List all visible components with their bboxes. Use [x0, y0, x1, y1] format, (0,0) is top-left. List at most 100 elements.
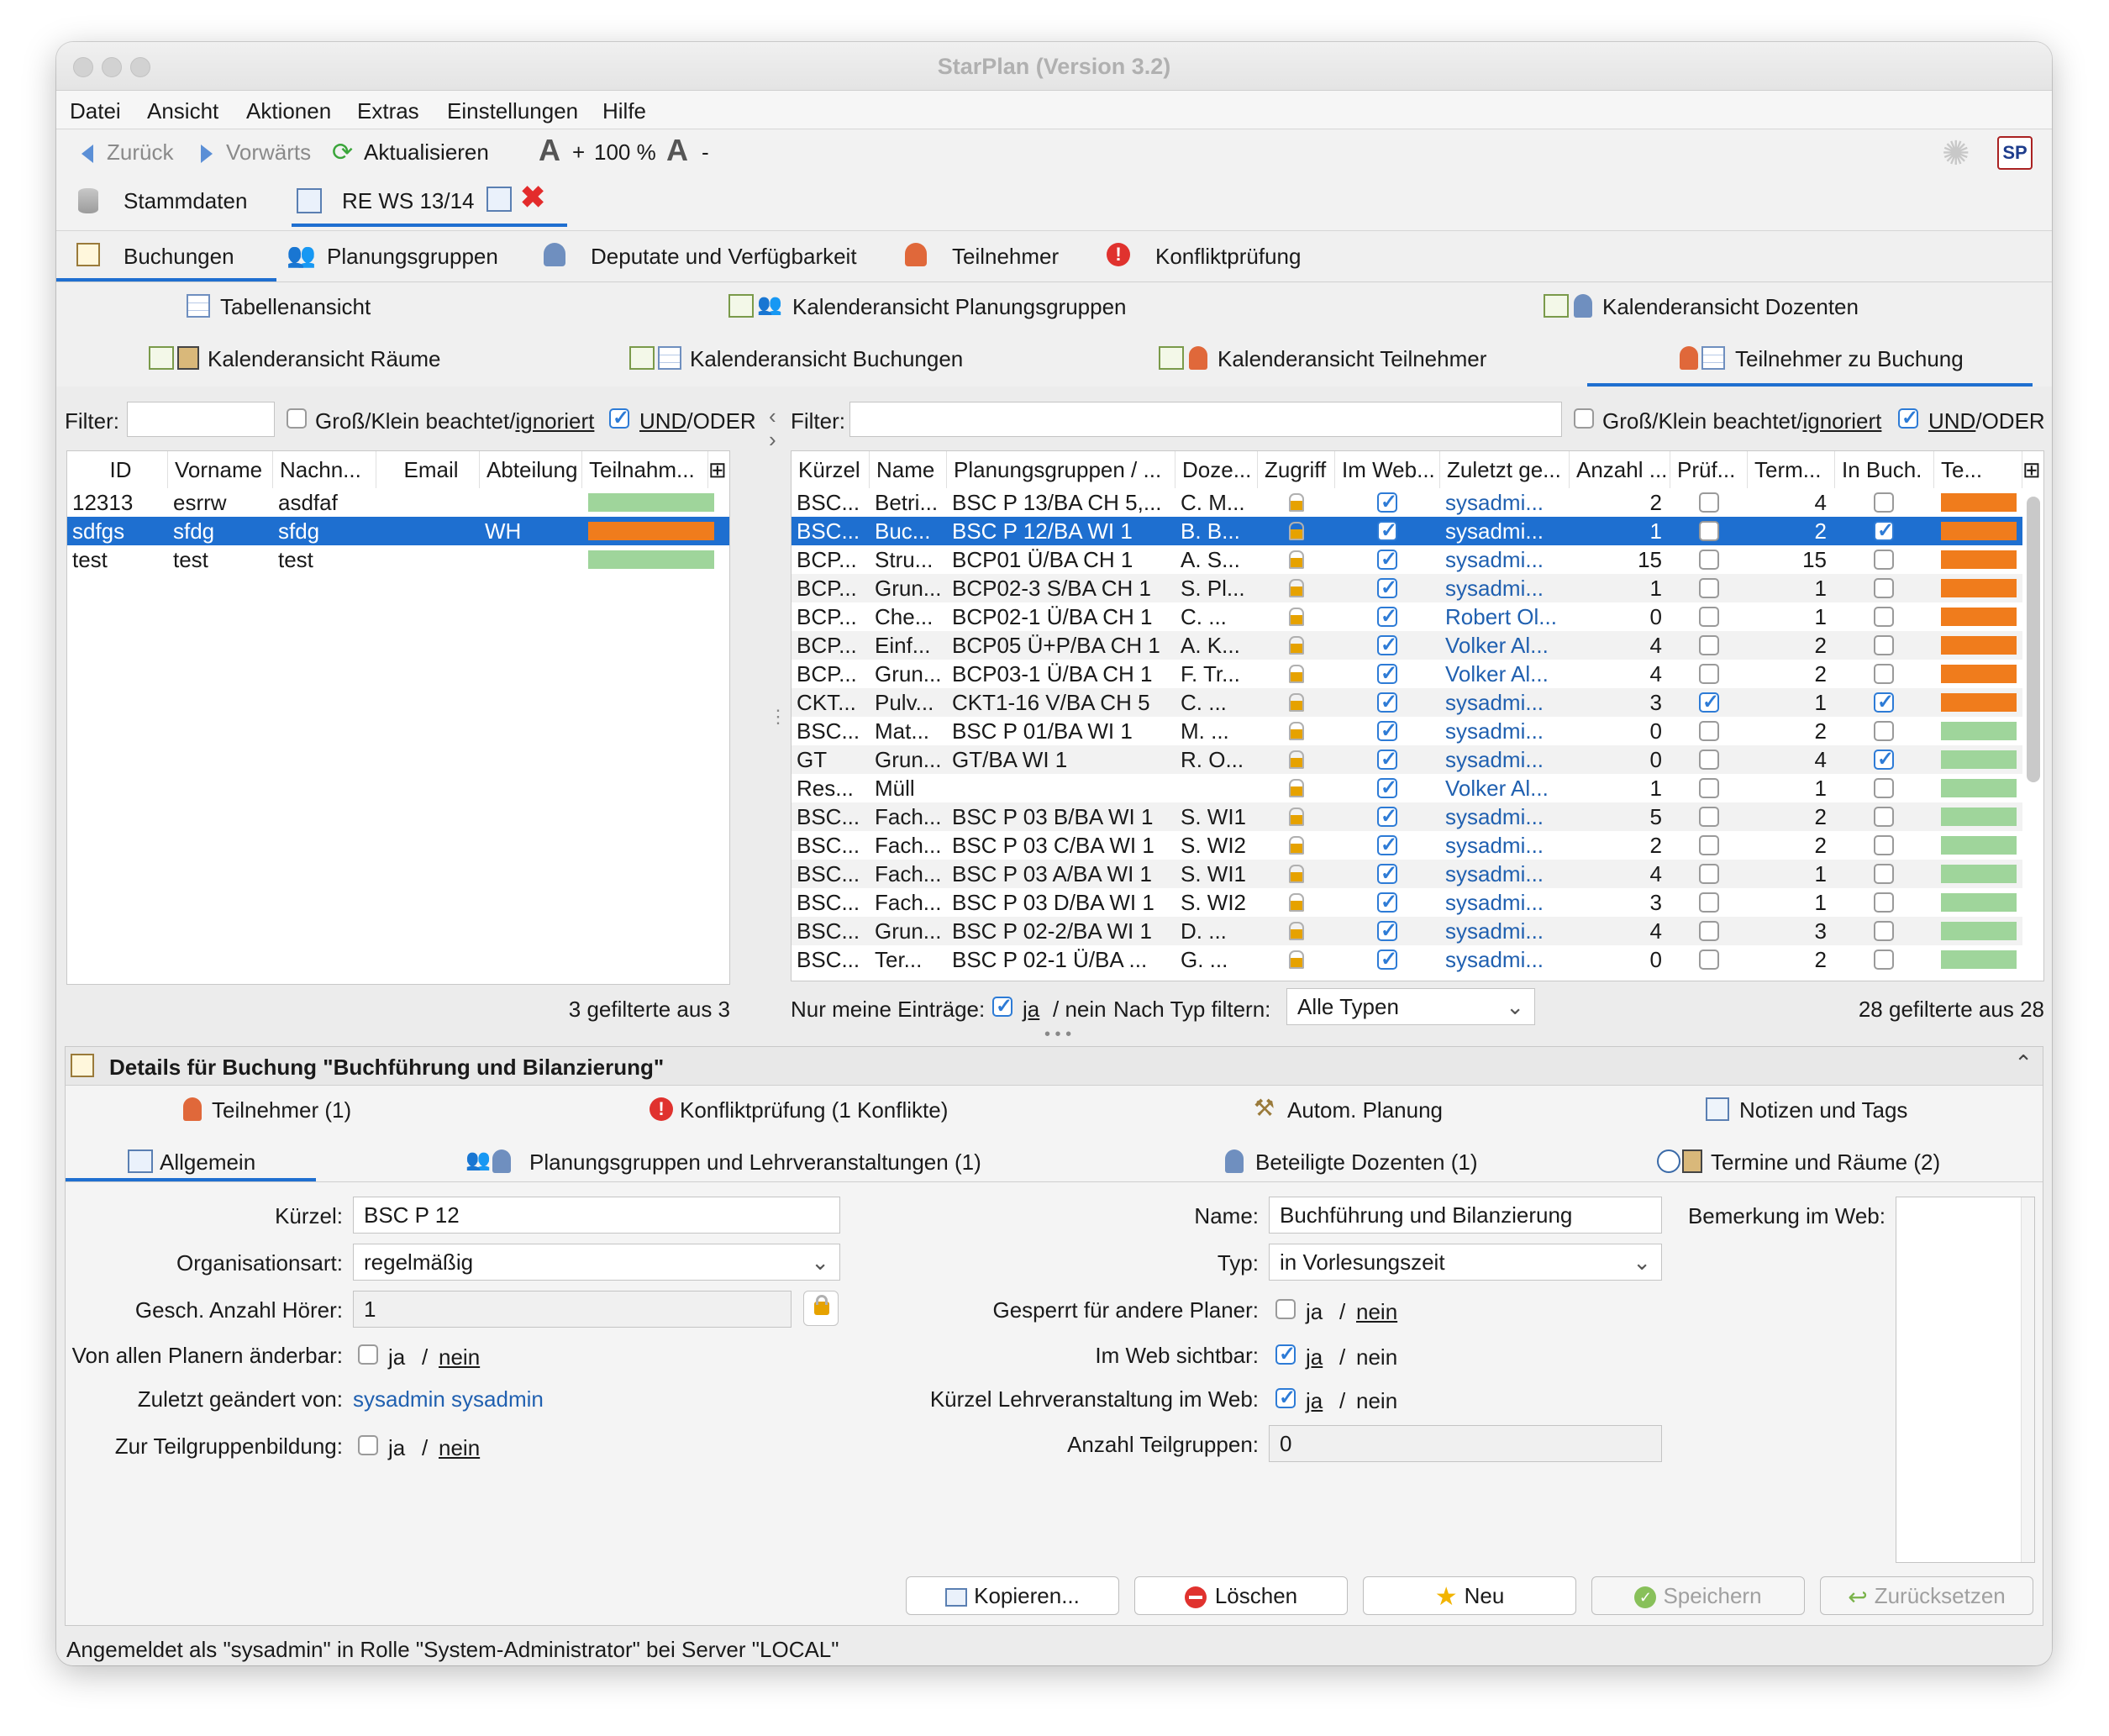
tab-konfliktpruefung[interactable]: ! Konfliktprüfung	[1107, 231, 1359, 281]
table-row[interactable]: BSC... Grun... BSC P 02-2/BA WI 1 D. ... sys…	[792, 917, 2022, 945]
checkbox-web[interactable]	[1377, 947, 1397, 971]
cell-z[interactable]: sysadmi...	[1440, 488, 1570, 517]
view-teilnehmer-zu-buchung[interactable]: Teilnehmer zu Buchung	[1587, 334, 2033, 387]
checkbox-ib[interactable]	[1874, 921, 1894, 941]
table-row[interactable]: BSC... Mat... BSC P 01/BA WI 1 M. ... sysadm…	[792, 717, 2022, 745]
checkbox-ib[interactable]	[1874, 721, 1894, 741]
checkbox-pr[interactable]	[1699, 492, 1719, 513]
bookings-scrollbar[interactable]	[2027, 497, 2040, 782]
neu-button[interactable]: ★ Neu	[1363, 1576, 1576, 1615]
checkbox-ib[interactable]	[1874, 550, 1894, 570]
aenderbar-checkbox[interactable]	[358, 1344, 378, 1365]
menu-aktionen[interactable]: Aktionen	[246, 98, 331, 124]
column-chooser-icon[interactable]: ⊞	[708, 451, 729, 488]
kuerzel-input[interactable]: BSC P 12	[353, 1197, 840, 1234]
table-row[interactable]: BSC... Fach... BSC P 03 C/BA WI 1 S. WI2 sys…	[792, 831, 2022, 860]
table-row[interactable]: BCP... Stru... BCP01 Ü/BA CH 1 A. S... sysad…	[792, 545, 2022, 574]
zuletzt-link[interactable]: sysadmin sysadmin	[353, 1386, 544, 1412]
tab-planungsgruppen[interactable]: 👥 Planungsgruppen	[276, 231, 529, 281]
checkbox-web[interactable]	[1377, 918, 1397, 943]
checkbox-web[interactable]	[1377, 690, 1397, 714]
column-chooser-icon[interactable]: ⊞	[2022, 451, 2043, 488]
checkbox-ib[interactable]	[1874, 690, 1894, 714]
table-row[interactable]: BSC... Fach... BSC P 03 D/BA WI 1 S. WI2 sys…	[792, 888, 2022, 917]
checkbox-pr[interactable]	[1699, 521, 1719, 541]
checkbox-web[interactable]	[1377, 633, 1397, 657]
table-row[interactable]: BSC... Fach... BSC P 03 A/BA WI 1 S. WI1 sys…	[792, 860, 2022, 888]
checkbox-pr[interactable]	[1699, 750, 1719, 770]
lock-button[interactable]	[803, 1291, 839, 1326]
col-header-in-buchung[interactable]: In Buch.	[1835, 451, 1934, 488]
orga-select[interactable]: regelmäßig ⌄	[353, 1244, 840, 1281]
checkbox-ib[interactable]	[1874, 664, 1894, 684]
checkbox-pr[interactable]	[1699, 578, 1719, 598]
table-row[interactable]: BCP... Che... BCP02-1 Ü/BA CH 1 C. ... Rober…	[792, 602, 2022, 631]
cell-z[interactable]: sysadmi...	[1440, 831, 1570, 860]
col-header-pruef[interactable]: Prüf...	[1670, 451, 1748, 488]
menu-einstellungen[interactable]: Einstellungen	[447, 98, 578, 124]
checkbox-web[interactable]	[1377, 861, 1397, 886]
checkbox-ib[interactable]	[1874, 950, 1894, 970]
gesperrt-checkbox[interactable]	[1275, 1299, 1296, 1319]
checkbox-web[interactable]	[1377, 833, 1397, 857]
kuerzel-web-checkbox[interactable]	[1275, 1386, 1296, 1410]
table-row[interactable]: BCP... Grun... BCP02-3 S/BA CH 1 S. Pl... sy…	[792, 574, 2022, 602]
tab-teilnehmer[interactable]: Teilnehmer	[905, 231, 1098, 281]
table-row[interactable]: BSC... Fach... BSC P 03 B/BA WI 1 S. WI1 sys…	[792, 802, 2022, 831]
checkbox-ib[interactable]	[1874, 864, 1894, 884]
new-window-icon[interactable]	[486, 187, 512, 212]
cell-z[interactable]: sysadmi...	[1440, 688, 1570, 717]
checkbox-pr[interactable]	[1699, 835, 1719, 855]
tab-re-ws[interactable]: RE WS 13/14 ✖	[292, 180, 567, 227]
checkbox-ib[interactable]	[1874, 778, 1894, 798]
col-header-email[interactable]: Email	[376, 451, 480, 488]
checkbox-web[interactable]	[1377, 747, 1397, 771]
checkbox-web[interactable]	[1377, 576, 1397, 600]
checkbox-ib[interactable]	[1874, 807, 1894, 827]
kopieren-button[interactable]: Kopieren...	[906, 1576, 1119, 1615]
checkbox-ib[interactable]	[1874, 607, 1894, 627]
table-row[interactable]: sdfgs sfdg sfdg WH	[67, 517, 729, 545]
cell-z[interactable]: Volker Al...	[1440, 660, 1570, 688]
col-header-vorname[interactable]: Vorname	[168, 451, 273, 488]
checkbox-web[interactable]	[1377, 547, 1397, 571]
menu-extras[interactable]: Extras	[357, 98, 419, 124]
checkbox-web[interactable]	[1377, 718, 1397, 743]
col-header-teilnahme[interactable]: Teilnahm...	[582, 451, 708, 488]
zuruecksetzen-button[interactable]: ↩ Zurücksetzen	[1820, 1576, 2033, 1615]
col-header-kuerzel[interactable]: Kürzel	[792, 451, 870, 488]
cell-z[interactable]: sysadmi...	[1440, 917, 1570, 945]
menu-ansicht[interactable]: Ansicht	[147, 98, 218, 124]
table-row[interactable]: Res... Müll Volker Al... 1 1	[792, 774, 2022, 802]
left-andor-checkbox[interactable]	[609, 406, 629, 430]
collapse-panel-icon[interactable]: ⌃	[2014, 1050, 2033, 1076]
expand-right-icon[interactable]: ›	[769, 427, 776, 453]
teilgruppe-checkbox[interactable]	[358, 1435, 378, 1455]
table-row[interactable]: 12313 esrrw asdfaf	[67, 488, 729, 517]
col-header-termine[interactable]: Term...	[1748, 451, 1835, 488]
cell-z[interactable]: sysadmi...	[1440, 945, 1570, 974]
table-row[interactable]: test test test	[67, 545, 729, 574]
typ-select[interactable]: in Vorlesungszeit ⌄	[1269, 1244, 1662, 1281]
checkbox-web[interactable]	[1377, 890, 1397, 914]
speichern-button[interactable]: ✓ Speichern	[1591, 1576, 1805, 1615]
textarea-scrollbar[interactable]	[2021, 1197, 2034, 1562]
right-filter-input[interactable]	[849, 402, 1562, 437]
left-filter-input[interactable]	[127, 402, 275, 437]
checkbox-pr[interactable]	[1699, 690, 1719, 714]
table-row[interactable]: GT Grun... GT/BA WI 1 R. O... sysadmi... 0 4	[792, 745, 2022, 774]
cell-z[interactable]: Volker Al...	[1440, 774, 1570, 802]
font-decrease-icon[interactable]: A	[666, 133, 688, 168]
horizontal-splitter-grip[interactable]: • • •	[1044, 1025, 1071, 1044]
table-row[interactable]: BCP... Grun... BCP03-1 Ü/BA CH 1 F. Tr... Vo…	[792, 660, 2022, 688]
table-row[interactable]: CKT... Pulv... CKT1-16 V/BA CH 5 C. ... sysa…	[792, 688, 2022, 717]
name-input[interactable]: Buchführung und Bilanzierung	[1269, 1197, 1662, 1234]
cell-z[interactable]: Volker Al...	[1440, 631, 1570, 660]
checkbox-web[interactable]	[1377, 604, 1397, 629]
type-filter-select[interactable]: Alle Typen ⌄	[1286, 988, 1535, 1025]
col-header-te[interactable]: Te...	[1934, 451, 2022, 488]
web-checkbox[interactable]	[1275, 1342, 1296, 1366]
col-header-anzahl[interactable]: Anzahl ...	[1570, 451, 1670, 488]
cell-z[interactable]: sysadmi...	[1440, 517, 1570, 545]
checkbox-ib[interactable]	[1874, 747, 1894, 771]
